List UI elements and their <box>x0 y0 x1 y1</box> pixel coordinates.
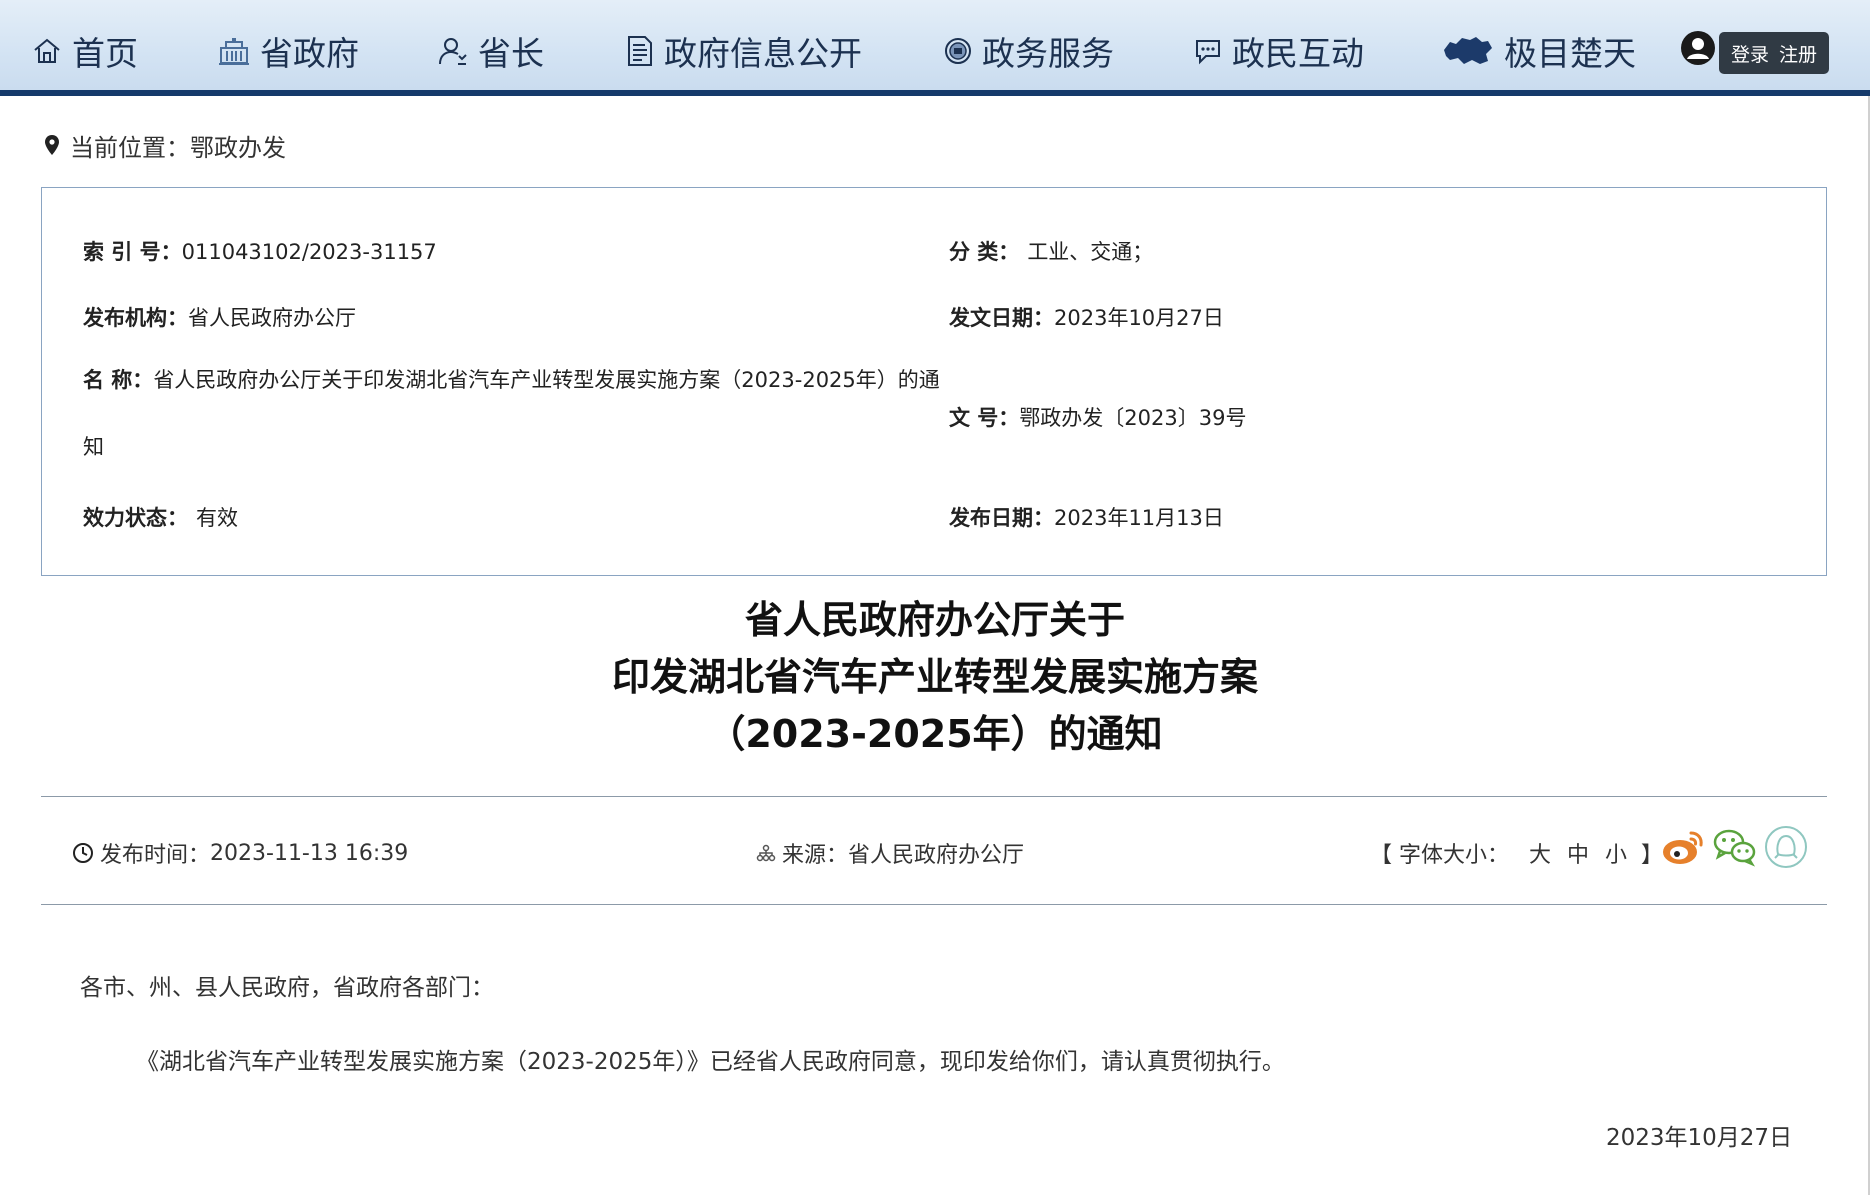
breadcrumb-label: 当前位置： <box>70 133 190 162</box>
divider <box>41 904 1827 905</box>
governor-icon <box>439 38 467 65</box>
meta-label: 发布日期： <box>949 506 1054 530</box>
salutation: 各市、州、县人民政府，省政府各部门： <box>80 975 494 1001</box>
document-icon <box>628 36 652 66</box>
chat-icon <box>1196 40 1220 65</box>
source: 来源： 省人民政府办公厅 <box>756 836 1024 870</box>
hubei-map-icon <box>1444 37 1492 64</box>
nav-item-citizen-interaction[interactable]: 政民互动 <box>1194 28 1364 74</box>
location-pin-icon <box>45 135 59 155</box>
source-value: 省人民政府办公厅 <box>848 843 1025 868</box>
nav-label: 极目楚天 <box>1504 34 1636 73</box>
meta-category: 分 类： 工业、交通； <box>949 236 1153 266</box>
meta-label: 发布机构： <box>83 306 188 330</box>
register-link[interactable]: 注册 <box>1779 40 1817 67</box>
source-icon <box>756 844 776 862</box>
meta-label: 名 称： <box>83 368 154 392</box>
user-avatar-icon[interactable] <box>1680 30 1716 66</box>
publish-time-value: 2023-11-13 16:39 <box>210 840 409 866</box>
document-title-line-2: 印发湖北省汽车产业转型发展实施方案 <box>611 655 1258 699</box>
login-link[interactable]: 登录 <box>1731 40 1769 67</box>
meta-value: 鄂政办发〔2023〕39号 <box>1019 406 1247 430</box>
meta-label: 分 类： <box>949 240 1020 264</box>
nav-item-government-info-disclosure[interactable]: 政府信息公开 <box>626 28 862 74</box>
source-label: 来源： <box>782 843 849 868</box>
meta-value: 有效 <box>196 506 238 530</box>
nav-label: 首页 <box>72 34 138 73</box>
body-paragraph: 《湖北省汽车产业转型发展实施方案（2023-2025年）》已经省人民政府同意，现… <box>136 1049 1285 1075</box>
meta-index-number: 索 引 号：011043102/2023-31157 <box>83 236 437 266</box>
meta-value: 省人民政府办公厅关于印发湖北省汽车产业转型发展实施方案（2023-2025年）的… <box>83 368 940 459</box>
nav-label: 省长 <box>478 34 544 73</box>
signature-date: 2023年10月27日 <box>1606 1125 1793 1151</box>
font-size-small[interactable]: 小 <box>1605 837 1627 869</box>
nav-label: 政民互动 <box>1232 34 1364 73</box>
publish-time-label: 发布时间： <box>100 843 211 868</box>
breadcrumb-current[interactable]: 鄂政办发 <box>190 128 286 163</box>
nav-label: 省政府 <box>260 34 359 73</box>
login-register-box: 登录 注册 <box>1719 32 1829 74</box>
government-building-icon <box>219 38 249 65</box>
nav-item-government-services[interactable]: 政务服务 <box>944 28 1114 74</box>
meta-label: 文 号： <box>949 406 1020 430</box>
emblem-icon <box>945 38 971 64</box>
qq-icon[interactable] <box>1763 824 1809 870</box>
nav-label: 政务服务 <box>982 34 1114 73</box>
wechat-icon[interactable] <box>1712 824 1758 870</box>
nav-item-jimu-chutian[interactable]: 极目楚天 <box>1442 28 1636 74</box>
meta-document-name: 名 称：省人民政府办公厅关于印发湖北省汽车产业转型发展实施方案（2023-202… <box>83 347 943 481</box>
meta-issue-date: 发文日期：2023年10月27日 <box>949 302 1224 332</box>
font-size-selector: 【 字体大小： 大 中 小 】 <box>1370 836 1663 870</box>
font-size-label: 【 字体大小： <box>1370 843 1509 868</box>
font-size-large[interactable]: 大 <box>1529 837 1551 869</box>
home-icon <box>34 38 60 63</box>
meta-label: 发文日期： <box>949 306 1054 330</box>
weibo-icon[interactable] <box>1660 824 1706 870</box>
font-size-medium[interactable]: 中 <box>1567 837 1589 869</box>
nav-item-home[interactable]: 首页 <box>32 28 138 74</box>
meta-value: 2023年10月27日 <box>1054 306 1224 330</box>
nav-item-governor[interactable]: 省长 <box>438 28 544 74</box>
meta-validity-status: 效力状态： 有效 <box>83 502 238 532</box>
document-title-line-3: （2023-2025年）的通知 <box>707 712 1163 756</box>
document-title-line-1: 省人民政府办公厅关于 <box>744 598 1125 642</box>
meta-label: 效力状态： <box>83 506 188 530</box>
meta-value: 011043102/2023-31157 <box>181 240 437 264</box>
publish-time: 发布时间： 2023-11-13 16:39 <box>72 836 408 870</box>
top-navigation-bar: 首页 省政府 省长 政府信息公开 政务服务 政民互动 极目楚天 登录 注册 <box>0 0 1870 96</box>
document-title: 省人民政府办公厅关于 印发湖北省汽车产业转型发展实施方案 （2023-2025年… <box>400 592 1470 763</box>
meta-document-number: 文 号：鄂政办发〔2023〕39号 <box>949 402 1246 432</box>
nav-item-province-government[interactable]: 省政府 <box>218 28 359 74</box>
meta-value: 2023年11月13日 <box>1054 506 1224 530</box>
meta-publish-date: 发布日期：2023年11月13日 <box>949 502 1224 532</box>
meta-label: 索 引 号： <box>83 240 182 264</box>
page: 首页 省政府 省长 政府信息公开 政务服务 政民互动 极目楚天 登录 注册 当前… <box>0 0 1870 1195</box>
nav-label: 政府信息公开 <box>664 34 862 73</box>
meta-value: 工业、交通； <box>1027 240 1154 264</box>
divider <box>41 796 1827 797</box>
meta-publisher: 发布机构：省人民政府办公厅 <box>83 302 356 332</box>
breadcrumb: 当前位置： 鄂政办发 <box>44 128 286 162</box>
meta-value: 省人民政府办公厅 <box>188 306 356 330</box>
document-metadata-box: 索 引 号：011043102/2023-31157 分 类： 工业、交通； 发布… <box>41 187 1827 576</box>
clock-icon <box>73 843 93 863</box>
